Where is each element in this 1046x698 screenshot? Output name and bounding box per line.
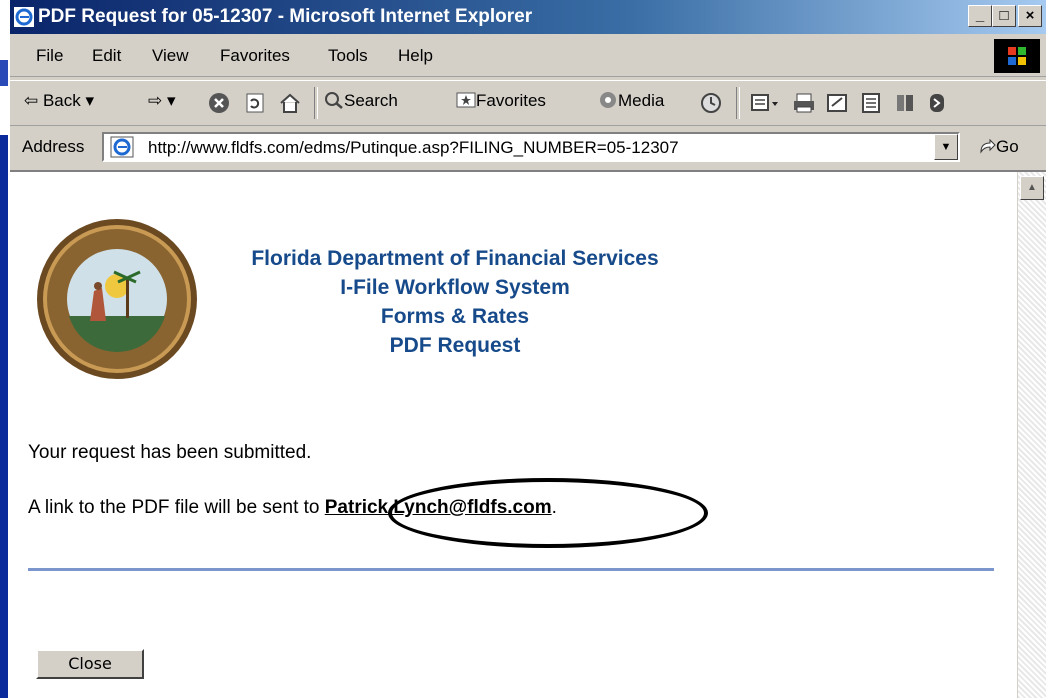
email-notice-prefix: A link to the PDF file will be sent to <box>28 497 325 518</box>
discuss-icon[interactable] <box>860 92 882 114</box>
edit-icon[interactable] <box>826 92 850 114</box>
back-label: Back <box>42 91 81 110</box>
menu-bar: File Edit View Favorites Tools Help <box>10 36 1046 77</box>
header-line-section: Forms & Rates <box>380 305 530 328</box>
back-button[interactable]: ⇦ Back ▾ <box>24 91 94 111</box>
submitted-message: Your request has been submitted. <box>28 442 312 463</box>
go-button[interactable]: Go <box>978 137 1019 157</box>
favorites-label: Favorites <box>476 91 546 110</box>
window-title: PDF Request for 05-12307 - Microsoft Int… <box>38 6 533 27</box>
forward-button[interactable]: ⇨ ▾ <box>148 91 176 111</box>
toolbar-separator <box>736 87 740 119</box>
address-bar: Address http://www.fldfs.com/edms/Putinq… <box>10 127 1046 167</box>
toolbar-separator <box>314 87 318 119</box>
go-label: Go <box>996 137 1019 156</box>
windows-logo-icon <box>994 39 1040 73</box>
research-icon[interactable] <box>894 92 916 114</box>
stop-icon[interactable] <box>208 92 230 114</box>
refresh-icon[interactable] <box>244 92 266 114</box>
home-icon[interactable] <box>278 92 302 114</box>
minimize-button[interactable]: _ <box>968 5 992 27</box>
header-line-system: I-File Workflow System <box>340 276 570 299</box>
page-icon <box>110 136 134 158</box>
florida-state-seal <box>37 219 197 379</box>
search-icon <box>325 92 343 109</box>
title-bar[interactable]: PDF Request for 05-12307 - Microsoft Int… <box>10 0 1046 34</box>
history-icon[interactable] <box>700 92 722 114</box>
windows-flag-icon <box>994 39 1040 73</box>
header-line-department: Florida Department of Financial Services <box>251 247 659 270</box>
menu-tools[interactable]: Tools <box>328 46 368 66</box>
search-button[interactable]: Search <box>324 91 398 111</box>
menu-view[interactable]: View <box>152 46 189 66</box>
favorites-button[interactable]: Favorites <box>456 91 546 111</box>
search-label: Search <box>344 91 398 110</box>
ie-icon <box>14 7 34 27</box>
menu-edit[interactable]: Edit <box>92 46 121 66</box>
header-line-title: PDF Request <box>389 334 521 357</box>
media-icon <box>600 92 616 108</box>
divider <box>28 568 994 571</box>
maximize-button[interactable]: □ <box>992 5 1016 27</box>
page-content: Florida Department of Financial Services… <box>10 170 1046 698</box>
vertical-scrollbar[interactable]: ▲ <box>1017 172 1046 698</box>
favorites-icon <box>456 92 476 108</box>
highlight-oval <box>388 478 708 548</box>
go-arrow-icon <box>980 138 996 154</box>
media-label: Media <box>618 91 665 110</box>
scroll-up-button[interactable]: ▲ <box>1020 176 1044 200</box>
address-input[interactable]: http://www.fldfs.com/edms/Putinque.asp?F… <box>102 132 960 162</box>
media-button[interactable]: Media <box>598 91 664 111</box>
browser-window: PDF Request for 05-12307 - Microsoft Int… <box>8 0 1046 698</box>
address-label: Address <box>22 137 85 156</box>
standard-toolbar: ⇦ Back ▾ ⇨ ▾ Search Favorites Media <box>10 80 1046 126</box>
menu-favorites[interactable]: Favorites <box>220 46 290 66</box>
close-window-button[interactable]: × <box>1018 5 1042 27</box>
close-button[interactable]: Close <box>36 649 144 679</box>
menu-file[interactable]: File <box>36 46 63 66</box>
print-icon[interactable] <box>792 92 816 114</box>
menu-help[interactable]: Help <box>398 46 433 66</box>
messenger-icon[interactable] <box>928 92 946 114</box>
mail-icon[interactable] <box>750 92 780 114</box>
page-header: Florida Department of Financial Services… <box>200 244 710 360</box>
address-dropdown-button[interactable]: ▼ <box>934 134 958 160</box>
address-url: http://www.fldfs.com/edms/Putinque.asp?F… <box>148 138 679 157</box>
